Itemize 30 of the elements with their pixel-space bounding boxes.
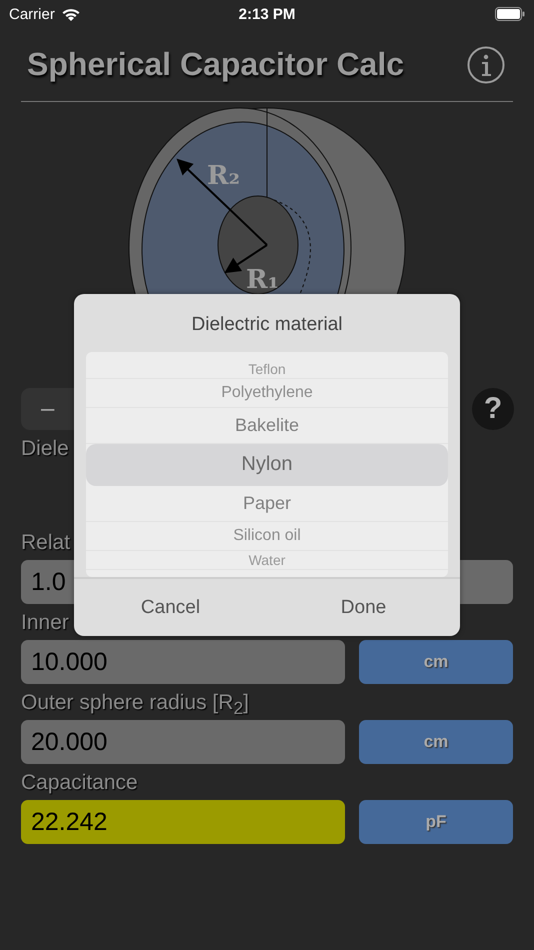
battery-icon <box>495 7 525 21</box>
dialog-button[interactable]: Done <box>267 579 460 636</box>
info-icon[interactable] <box>467 46 505 84</box>
picker-option[interactable]: Paper <box>86 486 448 522</box>
app-title: Spherical Capacitor Calc <box>26 46 404 83</box>
material-picker[interactable]: Teflon Polyethylene Bakelite Nylon Paper Silicon oil Water <box>86 352 448 577</box>
unit-button[interactable]: cm <box>359 640 513 684</box>
result-field: 22.242 <box>21 800 345 844</box>
field-label: Inner <box>21 610 69 636</box>
dialog-title: Dielectric material <box>190 314 344 337</box>
unit-button[interactable]: cm <box>359 720 513 764</box>
input-field[interactable]: 10.000 <box>21 640 345 684</box>
unit-button[interactable]: pF <box>359 800 513 844</box>
picker-option[interactable]: Polyethylene <box>86 378 448 408</box>
picker-option[interactable]: Water <box>86 550 448 570</box>
carrier-name: Carrier <box>9 6 55 22</box>
field-label: Relat <box>21 530 70 556</box>
field-label: Diele <box>21 436 69 462</box>
field-label: Outer sphere radius [R$_{2}$] <box>21 690 250 716</box>
picker-option[interactable]: Silicon oil <box>86 522 448 550</box>
dialog-button[interactable]: Cancel <box>74 579 267 636</box>
field-label: Capacitance <box>21 770 138 796</box>
input-field[interactable]: 20.000 <box>21 720 345 764</box>
picker-option[interactable]: Teflon <box>86 360 448 378</box>
inner-radius-label: R₁ <box>246 265 279 294</box>
outer-radius-label: R₂ <box>207 161 240 191</box>
help-button[interactable]: ? <box>472 388 514 430</box>
picker-option[interactable]: Nylon <box>86 444 448 486</box>
wifi-icon <box>60 6 81 22</box>
clock-time: 2:13 PM <box>238 6 296 22</box>
